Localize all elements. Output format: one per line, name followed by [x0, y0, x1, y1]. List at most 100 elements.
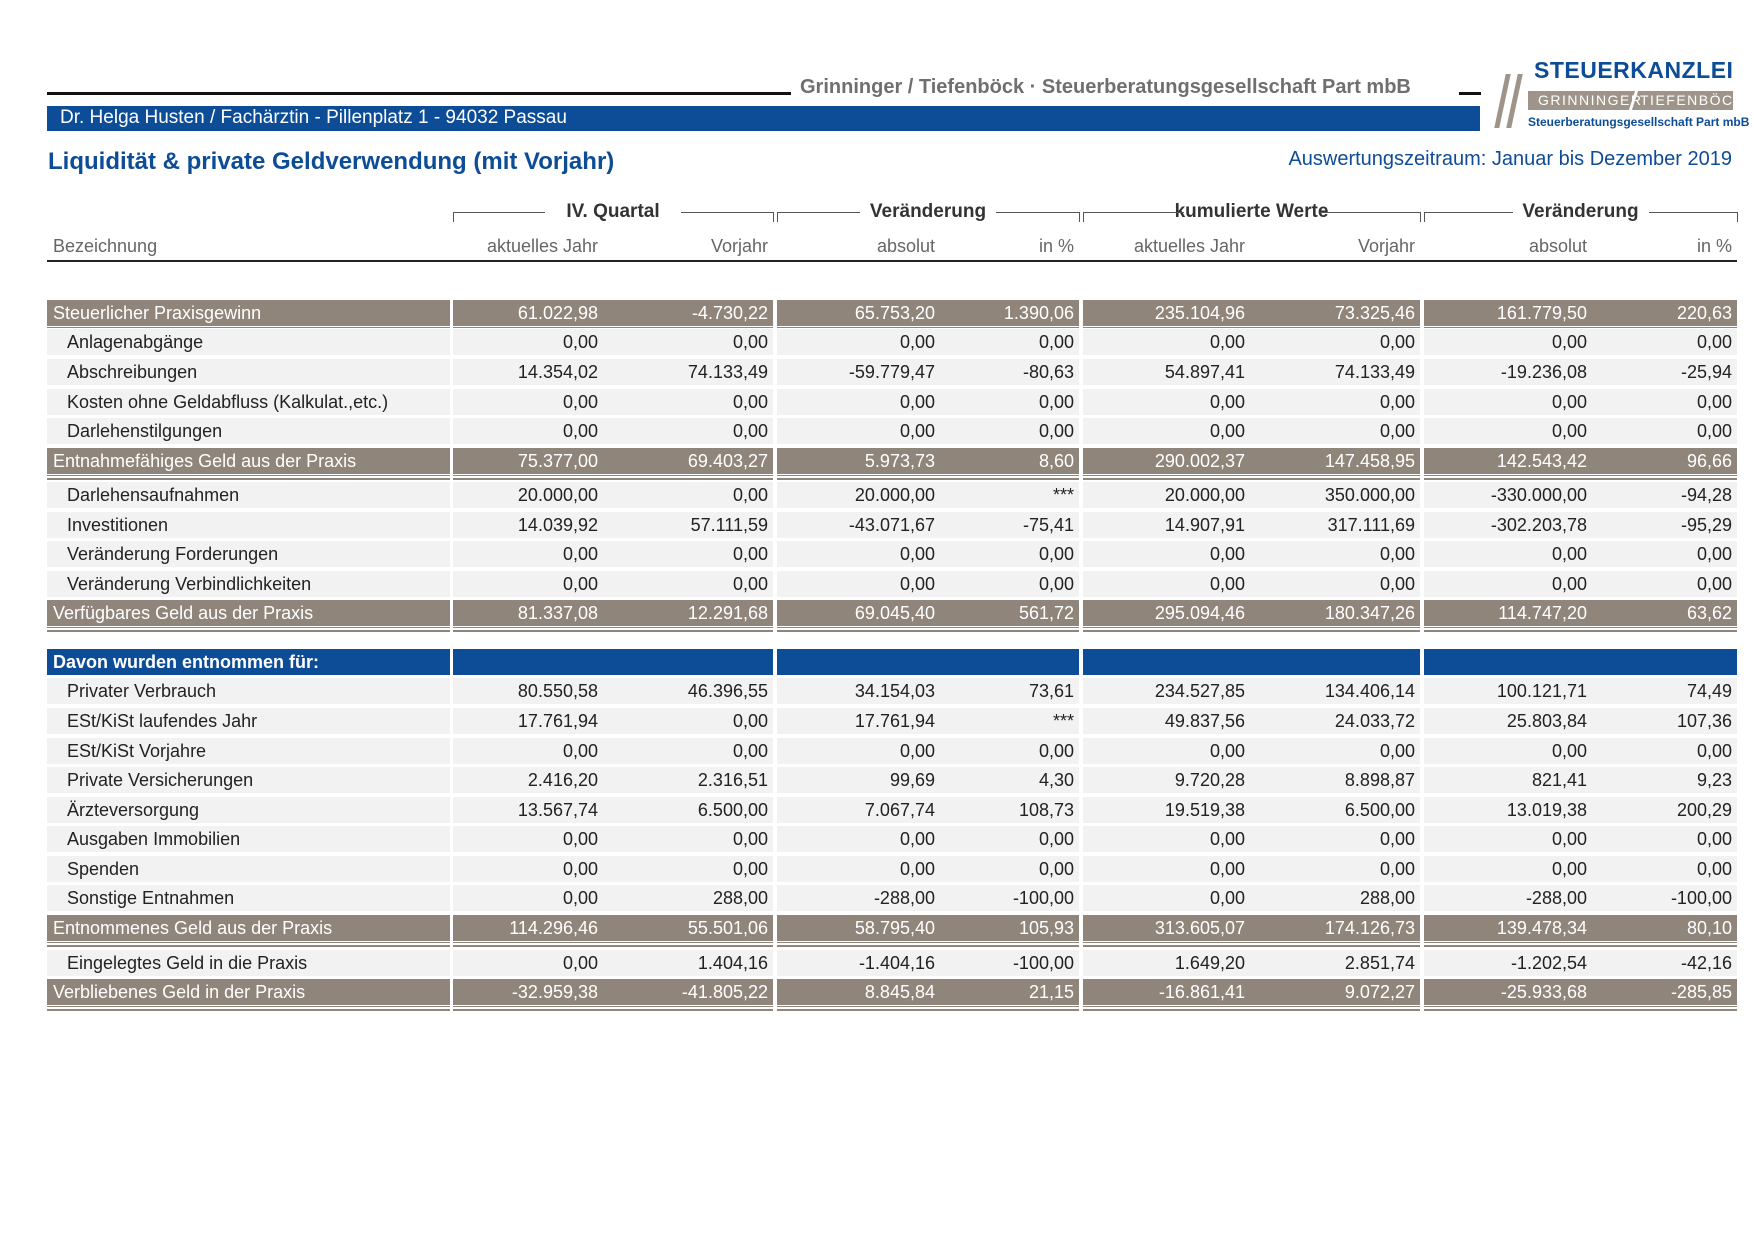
row-label: Privater Verbrauch: [67, 681, 217, 701]
value-cell-group: 0,00 0,00: [777, 329, 1079, 355]
row-label: Verbliebenes Geld in der Praxis: [53, 982, 306, 1002]
value-cell-group: 20.000,00 350.000,00: [1083, 482, 1420, 508]
cell-value: 46.396,55: [687, 681, 768, 701]
cell-value: -25.933,68: [1500, 982, 1587, 1002]
cell-value: 0,00: [562, 953, 598, 973]
header-underline: [47, 260, 1737, 262]
cell-value: 2.851,74: [1344, 953, 1415, 973]
cell-value: 54.897,41: [1164, 362, 1245, 382]
cell-value: 9.072,27: [1344, 982, 1415, 1002]
row-label-cell: Verbliebenes Geld in der Praxis: [47, 979, 450, 1008]
cell-value: 61.022,98: [517, 303, 598, 323]
cell-value: -100,00: [1670, 888, 1732, 908]
table-row: Veränderung Forderungen 0,00 0,00 0,00 0,00 0…: [0, 541, 1754, 567]
row-label: Spenden: [67, 859, 140, 879]
total-underline: [1083, 1009, 1420, 1011]
cell-value: 0,00: [562, 332, 598, 352]
value-cell-group: -25.933,68 -285,85: [1424, 979, 1737, 1008]
cell-value: 63,62: [1686, 603, 1732, 623]
cell-value: -100,00: [1012, 888, 1074, 908]
value-cell-group: [453, 649, 773, 675]
value-cell-group: 0,00 0,00: [453, 826, 773, 852]
cell-value: 0,00: [1551, 829, 1587, 849]
cell-value: 20.000,00: [517, 485, 598, 505]
column-group-bracket: [1319, 212, 1420, 213]
value-cell-group: 114.747,20 63,62: [1424, 600, 1737, 629]
cell-value: 0,00: [1696, 421, 1732, 441]
value-cell-group: 0,00 0,00: [1424, 418, 1737, 444]
cell-value: 114.296,46: [509, 918, 598, 938]
cell-value: 0,00: [1209, 741, 1245, 761]
cell-value: 14.907,91: [1164, 515, 1245, 535]
cell-value: 0,00: [1551, 859, 1587, 879]
cell-value: 0,00: [1038, 332, 1074, 352]
cell-value: 6.500,00: [1344, 800, 1415, 820]
cell-value: -288,00: [873, 888, 935, 908]
value-cell-group: 0,00 0,00: [777, 418, 1079, 444]
cell-value: 0,00: [1038, 859, 1074, 879]
row-label-cell: Entnommenes Geld aus der Praxis: [47, 915, 450, 944]
value-cell-group: 235.104,96 73.325,46: [1083, 300, 1420, 329]
value-cell-group: [777, 649, 1079, 675]
row-label-cell: Investitionen: [47, 512, 450, 538]
value-cell-group: 0,00 0,00: [453, 389, 773, 415]
cell-value: 7.067,74: [864, 800, 935, 820]
table-row: Veränderung Verbindlichkeiten 0,00 0,00 0,0…: [0, 571, 1754, 597]
value-cell-group: -19.236,08 -25,94: [1424, 359, 1737, 385]
row-label: Investitionen: [67, 515, 169, 535]
column-group-bracket: [1648, 212, 1737, 213]
table-row: Private Versicherungen 2.416,20 2.316,51 99…: [0, 767, 1754, 793]
cell-value: 14.039,92: [517, 515, 598, 535]
value-cell-group: 0,00 0,00: [453, 738, 773, 764]
cell-value: -1.202,54: [1510, 953, 1587, 973]
value-cell-group: -59.779,47 -80,63: [777, 359, 1079, 385]
column-header: Vorjahr: [710, 236, 768, 256]
cell-value: 96,66: [1686, 451, 1732, 471]
value-cell-group: 0,00 0,00: [1424, 738, 1737, 764]
cell-value: 0,00: [1379, 544, 1415, 564]
cell-value: 0,00: [732, 421, 768, 441]
row-label-cell: ESt/KiSt Vorjahre: [47, 738, 450, 764]
value-cell-group: 61.022,98 -4.730,22: [453, 300, 773, 329]
cell-value: 0,00: [1038, 741, 1074, 761]
cell-value: 0,00: [1209, 829, 1245, 849]
value-cell-group: 69.045,40 561,72: [777, 600, 1079, 629]
cell-value: 317.111,69: [1327, 515, 1415, 535]
value-cell-group: 0,00 0,00: [777, 826, 1079, 852]
value-cell-group: 0,00 0,00: [453, 571, 773, 597]
value-cell-group: 9.720,28 8.898,87: [1083, 767, 1420, 793]
row-label: Anlagenabgänge: [67, 332, 204, 352]
cell-value: -42,16: [1680, 953, 1732, 973]
column-group-bracket: [681, 212, 773, 213]
value-cell-group: -330.000,00 -94,28: [1424, 482, 1737, 508]
cell-value: 17.761,94: [854, 711, 935, 731]
cell-value: 1.390,06: [1003, 303, 1074, 323]
value-cell-group: 0,00 288,00: [1083, 885, 1420, 911]
cell-value: 0,00: [899, 859, 935, 879]
row-label-cell: Sonstige Entnahmen: [47, 885, 450, 911]
cell-value: -100,00: [1012, 953, 1074, 973]
total-underline: [1424, 1009, 1737, 1011]
value-cell-group: 99,69 4,30: [777, 767, 1079, 793]
cell-value: -43.071,67: [848, 515, 935, 535]
value-cell-group: -32.959,38 -41.805,22: [453, 979, 773, 1008]
cell-value: 235.104,96: [1154, 303, 1245, 323]
total-underline: [1083, 945, 1420, 947]
row-label-cell: Ausgaben Immobilien: [47, 826, 450, 852]
value-cell-group: -43.071,67 -75,41: [777, 512, 1079, 538]
cell-value: 161.779,50: [1496, 303, 1587, 323]
column-group-bracket-tick: [777, 212, 778, 222]
table-row: Eingelegtes Geld in die Praxis 0,00 1.404,…: [0, 950, 1754, 976]
column-header: absolut: [876, 236, 935, 256]
cell-value: 0,00: [562, 421, 598, 441]
value-cell-group: 313.605,07 174.126,73: [1083, 915, 1420, 944]
row-label: Darlehenstilgungen: [67, 421, 223, 441]
cell-value: 21,15: [1028, 982, 1074, 1002]
value-cell-group: 0,00 0,00: [1083, 826, 1420, 852]
table-row-total: Verbliebenes Geld in der Praxis -32.959,3…: [0, 979, 1754, 1008]
cell-value: 180.347,26: [1324, 603, 1415, 623]
cell-value: 0,00: [562, 392, 598, 412]
value-cell-group: -288,00 -100,00: [777, 885, 1079, 911]
table-row-total: Entnommenes Geld aus der Praxis 114.296,4…: [0, 915, 1754, 944]
value-cell-group: -302.203,78 -95,29: [1424, 512, 1737, 538]
